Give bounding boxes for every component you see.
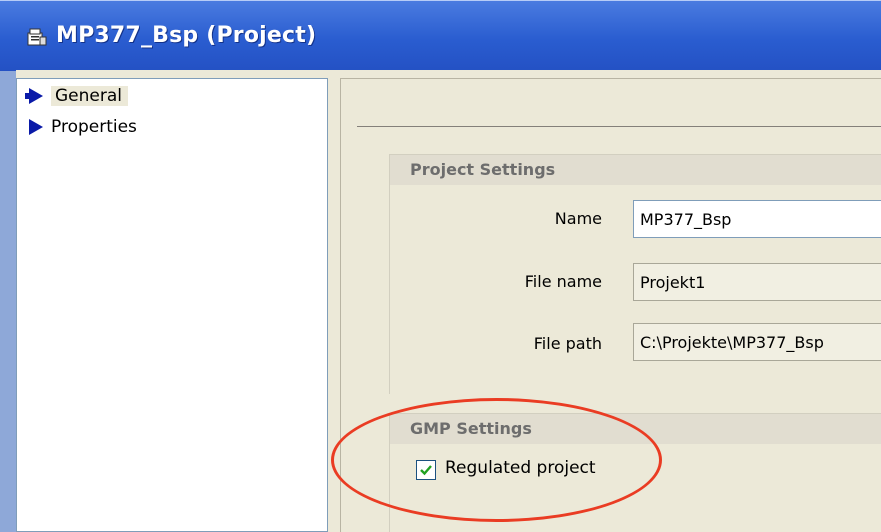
navigation-tree: General Properties [16,78,328,532]
divider [357,126,881,127]
nav-label-properties: Properties [51,117,137,137]
checkmark-icon [420,465,432,476]
regulated-project-label[interactable]: Regulated project [445,458,596,478]
file-path-field[interactable] [633,323,881,361]
arrow-right-icon [25,88,43,104]
window-title: MP377_Bsp (Project) [56,23,317,48]
nav-item-properties[interactable]: Properties [23,115,137,139]
arrow-right-icon [29,119,43,135]
nav-label-general: General [51,86,128,106]
file-name-field[interactable] [633,263,881,301]
file-name-label: File name [524,272,602,291]
project-properties-window: MP377_Bsp (Project) General Properties P… [0,0,881,532]
title-bar[interactable]: MP377_Bsp (Project) [0,0,881,71]
regulated-project-checkbox[interactable] [416,460,436,480]
name-input[interactable] [633,200,881,238]
gmp-settings-header: GMP Settings [390,414,881,444]
project-settings-header: Project Settings [390,155,881,185]
project-properties-icon [27,28,47,46]
nav-item-general[interactable]: General [23,84,128,108]
name-label: Name [554,209,602,228]
file-path-label: File path [533,334,602,353]
